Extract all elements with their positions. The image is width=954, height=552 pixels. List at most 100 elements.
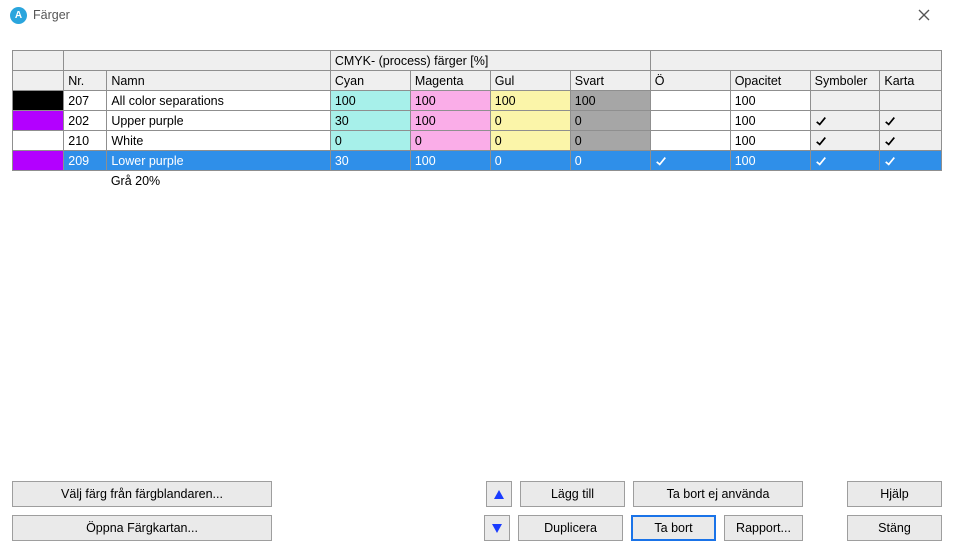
cell-namn[interactable]: All color separations — [107, 91, 331, 111]
title-bar: A Färger — [0, 0, 954, 30]
cell-symboler[interactable] — [810, 111, 880, 131]
col-svart[interactable]: Svart — [570, 71, 650, 91]
cell-svart[interactable]: 0 — [570, 131, 650, 151]
cell-opacitet[interactable]: 100 — [730, 91, 810, 111]
cell-o[interactable] — [650, 131, 730, 151]
close-icon — [918, 9, 930, 21]
cell-symboler[interactable] — [810, 151, 880, 171]
cell-symboler[interactable] — [810, 131, 880, 151]
report-button[interactable]: Rapport... — [724, 515, 803, 541]
cell-opacitet[interactable]: 100 — [730, 131, 810, 151]
cell-cyan[interactable]: 30 — [330, 111, 410, 131]
cell-gul[interactable]: 0 — [490, 131, 570, 151]
color-table-area: CMYK- (process) färger [%] Nr. Namn Cyan… — [12, 50, 942, 472]
header-blank-name — [64, 51, 331, 71]
col-nr[interactable]: Nr. — [64, 71, 107, 91]
gray-label: Grå 20% — [107, 171, 331, 191]
table-row[interactable]: 209Lower purple3010000100 — [13, 151, 942, 171]
cell-o[interactable] — [650, 111, 730, 131]
move-down-button[interactable] — [484, 515, 510, 541]
check-icon — [815, 155, 827, 167]
col-cyan[interactable]: Cyan — [330, 71, 410, 91]
col-karta[interactable]: Karta — [880, 71, 942, 91]
color-swatch-cell[interactable] — [13, 91, 64, 111]
arrow-up-icon — [494, 490, 504, 499]
cell-symboler[interactable] — [810, 91, 880, 111]
cell-magenta[interactable]: 0 — [410, 131, 490, 151]
dialog-window: A Färger CMYK- (process) färger [%] — [0, 0, 954, 552]
cell-svart[interactable]: 0 — [570, 111, 650, 131]
cell-namn[interactable]: Lower purple — [107, 151, 331, 171]
cell-karta[interactable] — [880, 111, 942, 131]
cell-gul[interactable]: 0 — [490, 111, 570, 131]
color-swatch-cell[interactable] — [13, 151, 64, 171]
duplicate-button[interactable]: Duplicera — [518, 515, 623, 541]
cell-gul[interactable]: 0 — [490, 151, 570, 171]
cell-karta[interactable] — [880, 151, 942, 171]
cell-magenta[interactable]: 100 — [410, 111, 490, 131]
cell-karta[interactable] — [880, 91, 942, 111]
close-button[interactable] — [904, 0, 944, 30]
col-opacitet[interactable]: Opacitet — [730, 71, 810, 91]
color-swatch — [13, 131, 63, 150]
pick-color-button[interactable]: Välj färg från färgblandaren... — [12, 481, 272, 507]
cell-karta[interactable] — [880, 131, 942, 151]
cell-nr[interactable]: 202 — [64, 111, 107, 131]
cell-magenta[interactable]: 100 — [410, 151, 490, 171]
cell-cyan[interactable]: 0 — [330, 131, 410, 151]
col-swatch[interactable] — [13, 71, 64, 91]
header-blank-swatch — [13, 51, 64, 71]
cell-nr[interactable]: 209 — [64, 151, 107, 171]
col-symboler[interactable]: Symboler — [810, 71, 880, 91]
close-dialog-button[interactable]: Stäng — [847, 515, 942, 541]
remove-button[interactable]: Ta bort — [631, 515, 716, 541]
cell-nr[interactable]: 207 — [64, 91, 107, 111]
cell-svart[interactable]: 100 — [570, 91, 650, 111]
header-cmyk-group: CMYK- (process) färger [%] — [330, 51, 650, 71]
col-gul[interactable]: Gul — [490, 71, 570, 91]
color-table[interactable]: CMYK- (process) färger [%] Nr. Namn Cyan… — [12, 50, 942, 191]
cell-namn[interactable]: White — [107, 131, 331, 151]
cell-opacitet[interactable]: 100 — [730, 111, 810, 131]
table-row[interactable]: 210White0000100 — [13, 131, 942, 151]
col-magenta[interactable]: Magenta — [410, 71, 490, 91]
check-icon — [884, 135, 896, 147]
group-header-row: CMYK- (process) färger [%] — [13, 51, 942, 71]
col-namn[interactable]: Namn — [107, 71, 331, 91]
cell-o[interactable] — [650, 91, 730, 111]
check-icon — [655, 155, 667, 167]
cell-opacitet[interactable]: 100 — [730, 151, 810, 171]
col-o[interactable]: Ö — [650, 71, 730, 91]
button-bar: Välj färg från färgblandaren... Lägg til… — [12, 480, 942, 544]
color-swatch-cell[interactable] — [13, 111, 64, 131]
arrow-down-icon — [492, 524, 502, 533]
cell-namn[interactable]: Upper purple — [107, 111, 331, 131]
color-swatch — [13, 151, 63, 170]
column-header-row: Nr. Namn Cyan Magenta Gul Svart Ö Opacit… — [13, 71, 942, 91]
color-swatch — [13, 91, 63, 110]
table-row[interactable]: 202Upper purple3010000100 — [13, 111, 942, 131]
cell-nr[interactable]: 210 — [64, 131, 107, 151]
cell-gul[interactable]: 100 — [490, 91, 570, 111]
gray-label-row: Grå 20% — [13, 171, 942, 191]
check-icon — [884, 155, 896, 167]
cell-svart[interactable]: 0 — [570, 151, 650, 171]
window-title: Färger — [33, 8, 70, 22]
color-swatch-cell[interactable] — [13, 131, 64, 151]
header-blank-right — [650, 51, 941, 71]
color-swatch — [13, 111, 63, 130]
cell-magenta[interactable]: 100 — [410, 91, 490, 111]
add-button[interactable]: Lägg till — [520, 481, 625, 507]
check-icon — [815, 135, 827, 147]
cell-o[interactable] — [650, 151, 730, 171]
check-icon — [884, 115, 896, 127]
open-color-chart-button[interactable]: Öppna Färgkartan... — [12, 515, 272, 541]
cell-cyan[interactable]: 30 — [330, 151, 410, 171]
move-up-button[interactable] — [486, 481, 512, 507]
remove-unused-button[interactable]: Ta bort ej använda — [633, 481, 803, 507]
help-button[interactable]: Hjälp — [847, 481, 942, 507]
app-icon: A — [10, 7, 27, 24]
check-icon — [815, 115, 827, 127]
cell-cyan[interactable]: 100 — [330, 91, 410, 111]
table-row[interactable]: 207All color separations100100100100100 — [13, 91, 942, 111]
